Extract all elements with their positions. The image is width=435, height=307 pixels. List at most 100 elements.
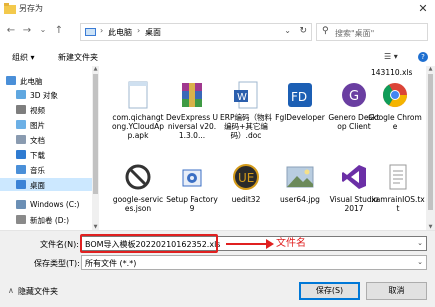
file-name: Setup Factory 9	[166, 195, 218, 213]
nav-item-videos[interactable]: 视频	[0, 103, 92, 116]
window-title: 另存为	[19, 4, 43, 13]
nav-item-label: 3D 对象	[30, 91, 58, 100]
file-item[interactable]: google-services.json	[111, 162, 165, 213]
save-button[interactable]: 保存(S)	[299, 282, 360, 300]
filetype-select[interactable]: 所有文件 (*.*) ⌄	[81, 255, 427, 270]
organize-menu-button[interactable]: 组织 ▾	[12, 52, 35, 63]
nav-item-label: 音乐	[30, 166, 45, 175]
filetype-value: 所有文件 (*.*)	[85, 259, 137, 268]
chevron-down-icon[interactable]: ⌄	[417, 258, 423, 266]
scroll-up-icon[interactable]: ▲	[92, 66, 99, 72]
nav-item-label: 视频	[30, 106, 45, 115]
file-item[interactable]: UE uedit32	[219, 162, 273, 204]
view-options-button[interactable]: ☰ ▾	[384, 52, 398, 61]
nav-item-pictures[interactable]: 图片	[0, 118, 92, 131]
forward-button[interactable]: →	[20, 25, 34, 36]
hide-folders-label: 隐藏文件夹	[18, 287, 58, 296]
annotation-arrowhead	[266, 239, 274, 249]
text-file-icon	[383, 162, 413, 192]
file-item[interactable]: FD FglDeveloper	[273, 80, 327, 122]
nav-item-label: 下载	[30, 151, 45, 160]
svg-text:W: W	[237, 92, 247, 103]
search-input[interactable]: ⚲ 搜索"桌面"	[316, 23, 428, 41]
save-form: 文件名(N): BOM导入模板20220210162352.xls ⌄ 文件名 …	[0, 230, 435, 307]
nav-item-label: 此电脑	[20, 77, 43, 86]
nav-item-this-pc[interactable]: 此电脑	[0, 74, 92, 87]
nav-scrollbar[interactable]: ▲ ▼	[92, 66, 99, 230]
help-icon[interactable]: ?	[418, 52, 428, 62]
close-button[interactable]: ✕	[411, 0, 435, 18]
chevron-up-icon: ∧	[8, 286, 14, 295]
nav-item-drive-d[interactable]: 新加卷 (D:)	[0, 213, 92, 226]
visual-studio-icon	[339, 162, 369, 192]
file-item[interactable]: Google Chrome	[368, 80, 422, 131]
recent-locations-dropdown[interactable]: ⌄	[36, 25, 50, 34]
nav-scrollbar-thumb[interactable]	[93, 74, 98, 194]
music-icon	[16, 165, 26, 174]
documents-icon	[16, 135, 26, 144]
nav-item-documents[interactable]: 文档	[0, 133, 92, 146]
uedit-icon: UE	[231, 162, 261, 192]
file-name: xamrainIOS.txt	[371, 195, 425, 213]
image-icon	[285, 162, 315, 192]
pictures-icon	[16, 120, 26, 129]
chevron-down-icon[interactable]: ⌄	[417, 239, 423, 247]
file-list-scrollbar[interactable]: ▲ ▼	[426, 66, 435, 230]
file-item[interactable]: xamrainIOS.txt	[371, 162, 425, 213]
nav-item-label: 新加卷 (D:)	[30, 216, 70, 225]
back-button[interactable]: ←	[4, 25, 18, 36]
partial-file-name[interactable]: 143110.xls	[371, 68, 412, 77]
drive-icon	[16, 215, 26, 224]
file-name: FglDeveloper	[275, 113, 325, 122]
nav-item-downloads[interactable]: 下载	[0, 148, 92, 161]
command-toolbar: 组织 ▾ 新建文件夹 ☰ ▾ ?	[0, 48, 435, 66]
nav-item-label: 桌面	[30, 181, 45, 190]
svg-text:G: G	[349, 89, 359, 104]
computer-icon	[6, 76, 16, 85]
file-item[interactable]: DevExpress Universal v20.1.3.0...	[165, 80, 219, 140]
address-row: ← → ⌄ ↑ › 此电脑 › 桌面 ⌄ ↻ ⚲ 搜索"桌面"	[0, 20, 435, 44]
nav-item-3d-objects[interactable]: 3D 对象	[0, 88, 92, 101]
nav-item-label: 图片	[30, 121, 45, 130]
json-icon	[123, 162, 153, 192]
file-item[interactable]: W ERP编码（物料编码+其它编码）.doc	[219, 80, 273, 140]
folder-icon	[4, 3, 16, 14]
address-bar[interactable]: › 此电脑 › 桌面 ⌄ ↻	[80, 23, 312, 41]
filetype-label: 保存类型(T):	[34, 259, 80, 268]
up-button[interactable]: ↑	[52, 25, 66, 36]
address-dropdown-button[interactable]: ⌄	[284, 26, 291, 35]
breadcrumb-this-pc[interactable]: 此电脑	[108, 27, 132, 38]
breadcrumb-desktop[interactable]: 桌面	[145, 27, 161, 38]
nav-item-desktop[interactable]: 桌面	[0, 178, 92, 191]
file-list: 143110.xls com.qichangtong.YCloudApp.apk…	[99, 66, 425, 230]
nav-item-drive-c[interactable]: Windows (C:)	[0, 198, 92, 211]
breadcrumb-separator: ›	[100, 26, 104, 35]
drive-icon	[16, 200, 26, 209]
cancel-button[interactable]: 取消	[366, 282, 427, 300]
apk-icon	[123, 80, 153, 110]
desktop-icon	[16, 180, 26, 189]
filename-label: 文件名(N):	[40, 240, 79, 249]
breadcrumb-separator: ›	[137, 26, 141, 35]
word-icon: W	[231, 80, 261, 110]
nav-item-music[interactable]: 音乐	[0, 163, 92, 176]
svg-text:UE: UE	[238, 171, 254, 185]
fgl-icon: FD	[285, 80, 315, 110]
scroll-up-icon[interactable]: ▲	[426, 66, 435, 72]
file-name: ERP编码（物料编码+其它编码）.doc	[220, 113, 272, 140]
file-item[interactable]: Setup Factory 9	[165, 162, 219, 213]
refresh-icon[interactable]: ↻	[299, 26, 307, 36]
video-icon	[16, 105, 26, 114]
new-folder-button[interactable]: 新建文件夹	[58, 52, 98, 63]
winrar-icon	[177, 80, 207, 110]
file-list-scrollbar-thumb[interactable]	[428, 74, 433, 210]
navigation-pane: 此电脑 3D 对象 视频 图片 文档 下载 音乐 桌面 Windows (C:)…	[0, 66, 98, 230]
file-item[interactable]: user64.jpg	[273, 162, 327, 204]
search-icon: ⚲	[322, 26, 329, 36]
annotation-highlight-box	[80, 234, 218, 253]
setup-icon	[177, 162, 207, 192]
file-item[interactable]: com.qichangtong.YCloudApp.apk	[111, 80, 165, 140]
file-name: com.qichangtong.YCloudApp.apk	[112, 113, 164, 140]
file-name: user64.jpg	[280, 195, 320, 204]
nav-item-label: Windows (C:)	[30, 200, 80, 209]
